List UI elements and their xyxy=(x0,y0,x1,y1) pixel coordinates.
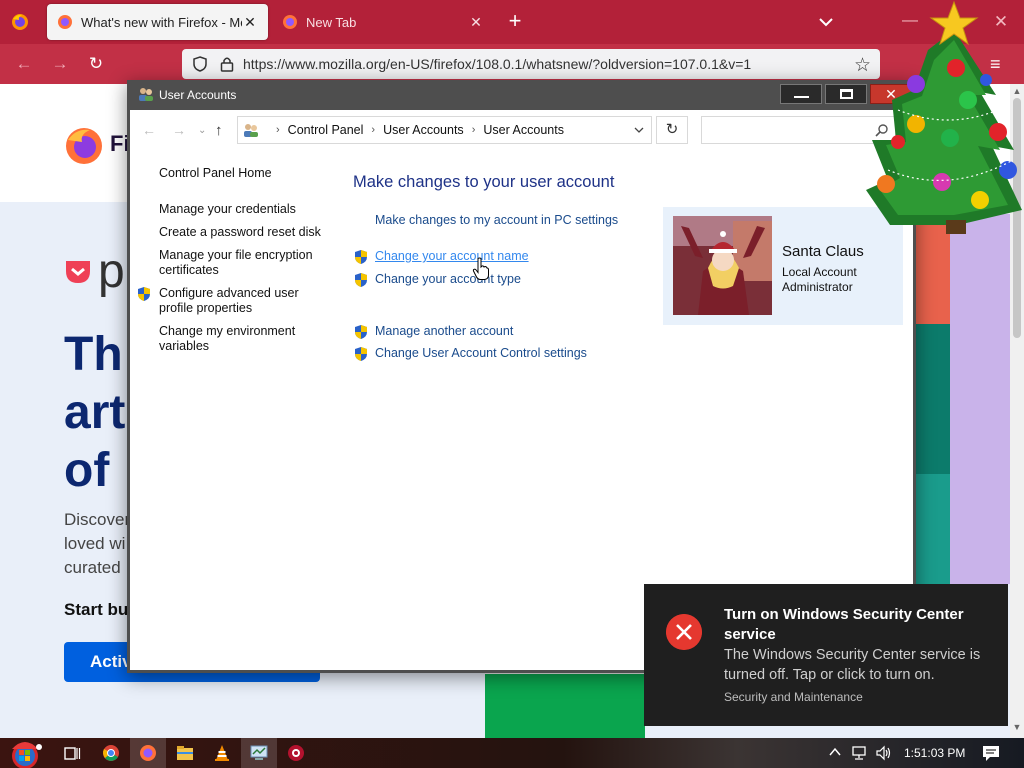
volume-icon[interactable] xyxy=(875,745,893,761)
back-arrow-icon[interactable]: ← xyxy=(14,54,34,74)
breadcrumb-separator-icon[interactable]: › xyxy=(276,124,280,136)
breadcrumb-separator-icon[interactable]: › xyxy=(371,124,375,136)
close-tab-icon[interactable]: ✕ xyxy=(468,14,484,31)
chrome-icon[interactable] xyxy=(101,743,121,763)
back-arrow-icon[interactable]: ← xyxy=(142,122,156,138)
uac-shield-icon xyxy=(355,325,367,339)
notification-body: The Windows Security Center service is t… xyxy=(724,647,981,683)
pocket-logo-icon xyxy=(66,261,90,283)
avatar xyxy=(673,216,772,315)
description-line: curated xyxy=(64,558,121,577)
uac-shield-icon xyxy=(355,347,367,361)
network-icon[interactable] xyxy=(851,745,869,761)
breadcrumb[interactable]: › Control Panel › User Accounts › User A… xyxy=(237,116,652,144)
decorative-block xyxy=(485,674,645,738)
uac-settings-link[interactable]: Change User Account Control settings xyxy=(375,346,587,360)
control-panel-icon[interactable] xyxy=(249,743,269,763)
firefox-favicon-icon xyxy=(58,15,72,29)
vlc-icon[interactable] xyxy=(212,743,232,763)
change-account-name-link[interactable]: Change your account name xyxy=(375,249,529,263)
users-icon xyxy=(244,124,258,137)
breadcrumb-control-panel[interactable]: Control Panel xyxy=(288,123,364,137)
account-name: Santa Claus xyxy=(782,243,864,260)
clock[interactable]: 1:51:03 PM xyxy=(904,746,965,760)
account-role: Administrator xyxy=(782,280,853,294)
hand-cursor-icon xyxy=(472,257,489,280)
breadcrumb-user-accounts-current[interactable]: User Accounts xyxy=(483,123,564,137)
minimize-button[interactable] xyxy=(780,84,822,104)
account-type: Local Account xyxy=(782,265,857,279)
app-icon[interactable] xyxy=(286,743,306,763)
uac-shield-icon xyxy=(138,287,150,301)
password-reset-disk-link[interactable]: Create a password reset disk xyxy=(159,225,321,240)
close-tab-icon[interactable]: ✕ xyxy=(242,14,258,31)
hero-description: Discover loved wi curated xyxy=(64,508,130,580)
action-center-icon[interactable] xyxy=(982,745,1000,762)
manage-another-account-link[interactable]: Manage another account xyxy=(375,324,513,338)
new-tab-button[interactable]: + xyxy=(503,10,527,34)
window-title: User Accounts xyxy=(159,88,237,102)
page-title: Make changes to your user account xyxy=(353,173,615,191)
change-account-type-link[interactable]: Change your account type xyxy=(375,272,521,286)
firefox-icon[interactable] xyxy=(138,743,158,763)
security-notification[interactable]: Turn on Windows Security Center service … xyxy=(644,584,1008,726)
hero-line: Th xyxy=(64,328,123,381)
taskbar: 1:51:03 PM xyxy=(0,738,1024,768)
forward-arrow-icon[interactable]: → xyxy=(50,54,70,74)
tab-title: What's new with Firefox - More xyxy=(81,14,242,30)
forward-arrow-icon[interactable]: → xyxy=(172,122,186,138)
hero-line: art xyxy=(64,386,126,439)
start-button-icon[interactable] xyxy=(8,739,42,768)
hero-heading: Th art of xyxy=(64,326,125,500)
reload-icon[interactable]: ↻ xyxy=(86,54,106,74)
uac-shield-icon xyxy=(355,273,367,287)
pc-settings-link[interactable]: Make changes to my account in PC setting… xyxy=(375,213,618,227)
firefox-logo-icon[interactable] xyxy=(64,126,104,166)
up-arrow-icon[interactable]: ↑ xyxy=(215,122,223,139)
start-text: Start bu xyxy=(64,600,129,619)
christmas-tree-icon xyxy=(866,0,1022,234)
breadcrumb-separator-icon[interactable]: › xyxy=(472,124,476,136)
file-encryption-link[interactable]: Manage your file encryption certificates xyxy=(159,248,319,278)
file-explorer-icon[interactable] xyxy=(175,743,195,763)
decorative-block xyxy=(950,214,1010,584)
url-text[interactable]: https://www.mozilla.org/en-US/firefox/10… xyxy=(243,56,751,72)
pocket-text: p xyxy=(98,245,125,298)
recent-locations-icon[interactable]: ⌄ xyxy=(198,125,206,136)
chevron-down-icon[interactable] xyxy=(633,124,645,136)
tab-title: New Tab xyxy=(306,14,357,30)
url-bar[interactable]: https://www.mozilla.org/en-US/firefox/10… xyxy=(182,49,880,79)
tab-whats-new[interactable]: What's new with Firefox - More ✕ xyxy=(47,4,268,40)
breadcrumb-user-accounts[interactable]: User Accounts xyxy=(383,123,464,137)
error-icon xyxy=(666,614,702,650)
refresh-icon[interactable]: ↻ xyxy=(656,116,688,144)
firefox-favicon-icon xyxy=(283,15,297,29)
description-line: loved wi xyxy=(64,534,126,553)
uac-shield-icon xyxy=(355,250,367,264)
tab-new-tab[interactable]: New Tab ✕ xyxy=(272,4,494,40)
control-panel-home-link[interactable]: Control Panel Home xyxy=(159,166,272,181)
tracking-shield-icon[interactable] xyxy=(192,56,208,72)
show-hidden-icons-icon[interactable] xyxy=(828,745,842,759)
manage-credentials-link[interactable]: Manage your credentials xyxy=(159,202,296,217)
address-bar-row: ← → ⌄ ↑ › Control Panel › User Accounts … xyxy=(130,110,913,150)
environment-variables-link[interactable]: Change my environment variables xyxy=(159,324,309,354)
scroll-down-arrow-icon[interactable]: ▼ xyxy=(1010,722,1024,732)
description-line: Discover xyxy=(64,510,131,529)
list-all-tabs-icon[interactable] xyxy=(815,12,837,32)
advanced-profile-link[interactable]: Configure advanced user profile properti… xyxy=(159,286,309,316)
decorative-block xyxy=(915,324,950,474)
task-view-icon[interactable] xyxy=(62,743,82,763)
lock-icon[interactable] xyxy=(220,56,234,72)
hero-line: of xyxy=(64,444,110,497)
notification-title: Turn on Windows Security Center service xyxy=(724,606,964,643)
notification-source: Security and Maintenance xyxy=(724,690,863,704)
decorative-block xyxy=(915,474,950,584)
users-icon xyxy=(139,88,153,101)
firefox-icon[interactable] xyxy=(10,12,30,32)
